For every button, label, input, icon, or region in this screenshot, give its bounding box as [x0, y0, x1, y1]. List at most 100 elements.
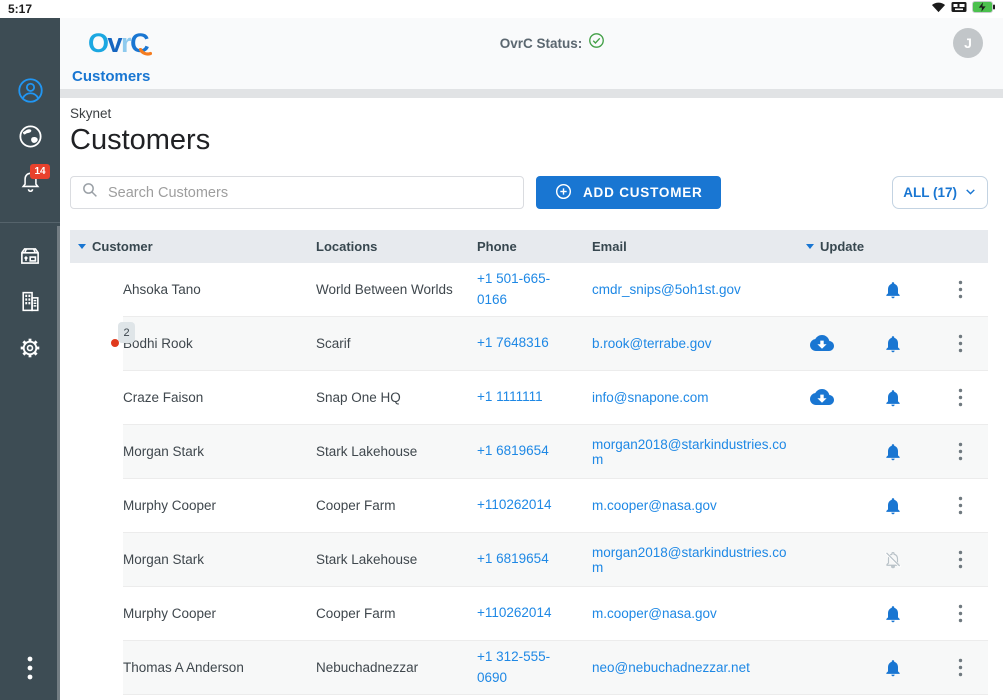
row-menu-button[interactable]	[956, 332, 965, 355]
notifications-on-icon[interactable]	[881, 386, 905, 410]
sidebar-item-firmware[interactable]	[0, 235, 60, 281]
battery-charging-icon	[972, 0, 995, 18]
table-row[interactable]: Morgan Stark Stark Lakehouse +1 6819654 …	[70, 533, 988, 587]
page-title: Customers	[70, 124, 988, 157]
kebab-menu-icon	[958, 388, 963, 407]
customer-name[interactable]: Murphy Cooper	[123, 498, 316, 513]
column-header-label: Update	[820, 239, 864, 254]
customer-email-link[interactable]: b.rook@terrabe.gov	[592, 336, 712, 351]
logo-letter: v	[108, 30, 122, 57]
toolbar: ADD CUSTOMER ALL (17)	[70, 176, 988, 209]
customer-phone-link[interactable]: +1 1111111	[477, 389, 543, 404]
notifications-on-icon[interactable]	[881, 602, 905, 626]
sidebar-divider	[0, 222, 60, 223]
notifications-on-icon[interactable]	[881, 494, 905, 518]
table-row[interactable]: Murphy Cooper Cooper Farm +110262014 m.c…	[70, 479, 988, 533]
customer-email-link[interactable]: info@snapone.com	[592, 390, 709, 405]
keyboard-icon	[951, 0, 967, 18]
filter-dropdown[interactable]: ALL (17)	[892, 176, 988, 209]
row-menu-button[interactable]	[956, 440, 965, 463]
gear-icon	[17, 335, 43, 366]
breadcrumb-bar: Customers	[60, 68, 1003, 89]
row-indicator-cell	[70, 533, 123, 587]
sidebar-item-settings[interactable]	[0, 327, 60, 373]
sidebar-item-more[interactable]	[0, 650, 60, 690]
filter-label: ALL (17)	[903, 185, 957, 200]
table-row[interactable]: Murphy Cooper Cooper Farm +110262014 m.c…	[70, 587, 988, 641]
organization-name: Skynet	[70, 106, 988, 121]
kebab-menu-icon	[958, 604, 963, 623]
sidebar-item-customers[interactable]	[0, 70, 60, 116]
row-indicator-cell: 2	[70, 317, 123, 371]
row-menu-button[interactable]	[956, 494, 965, 517]
row-indicator-cell	[70, 641, 123, 695]
ovrc-logo[interactable]: OvrC	[88, 30, 152, 57]
customer-location: Stark Lakehouse	[316, 444, 477, 459]
update-available-icon[interactable]	[808, 384, 836, 412]
column-header-phone[interactable]: Phone	[477, 239, 592, 254]
row-indicator-cell	[70, 425, 123, 479]
row-menu-button[interactable]	[956, 548, 965, 571]
notifications-on-icon[interactable]	[881, 440, 905, 464]
column-header-email[interactable]: Email	[592, 239, 800, 254]
search-box[interactable]	[70, 176, 524, 209]
customer-table-body: Ahsoka Tano World Between Worlds +1 501-…	[70, 263, 988, 695]
row-menu-button[interactable]	[956, 602, 965, 625]
sidebar-item-network[interactable]	[0, 116, 60, 162]
search-icon	[81, 181, 99, 204]
sort-descending-icon	[806, 244, 814, 249]
search-input[interactable]	[108, 185, 513, 201]
table-row[interactable]: 2 Bodhi Rook Scarif +1 7648316 b.rook@te…	[70, 317, 988, 371]
row-menu-button[interactable]	[956, 386, 965, 409]
column-header-locations[interactable]: Locations	[316, 239, 477, 254]
customer-name[interactable]: Morgan Stark	[123, 552, 316, 567]
customer-phone-link[interactable]: +110262014	[477, 497, 551, 512]
sidebar-item-locations[interactable]	[0, 281, 60, 327]
user-avatar[interactable]: J	[953, 28, 983, 58]
customer-email-link[interactable]: m.cooper@nasa.gov	[592, 498, 717, 513]
customer-phone-link[interactable]: +1 312-555-0690	[477, 649, 550, 684]
row-menu-button[interactable]	[956, 656, 965, 679]
row-menu-button[interactable]	[956, 278, 965, 301]
customer-email-link[interactable]: neo@nebuchadnezzar.net	[592, 660, 750, 675]
customer-name[interactable]: Murphy Cooper	[123, 606, 316, 621]
row-indicator-cell	[70, 371, 123, 425]
customer-phone-link[interactable]: +1 6819654	[477, 443, 549, 458]
customer-name[interactable]: Morgan Stark	[123, 444, 316, 459]
breadcrumb[interactable]: Customers	[72, 68, 150, 85]
sidebar-item-notifications[interactable]: 14	[0, 162, 60, 208]
add-customer-button[interactable]: ADD CUSTOMER	[536, 176, 721, 209]
column-header-customer[interactable]: Customer	[70, 239, 316, 254]
customer-email-link[interactable]: cmdr_snips@5oh1st.gov	[592, 282, 741, 297]
sidebar-scrollbar[interactable]	[57, 226, 60, 700]
notifications-on-icon[interactable]	[881, 332, 905, 356]
globe-icon	[17, 123, 44, 155]
unread-count-badge: 2	[118, 322, 135, 343]
kebab-menu-icon	[958, 334, 963, 353]
column-header-update[interactable]: Update	[800, 239, 854, 254]
customer-name[interactable]: Craze Faison	[123, 390, 316, 405]
notifications-muted-icon[interactable]	[881, 548, 905, 572]
table-row[interactable]: Thomas A Anderson Nebuchadnezzar +1 312-…	[70, 641, 988, 695]
customer-name[interactable]: Bodhi Rook	[123, 336, 316, 351]
customer-phone-link[interactable]: +110262014	[477, 605, 551, 620]
notifications-on-icon[interactable]	[881, 278, 905, 302]
customer-phone-link[interactable]: +1 7648316	[477, 335, 549, 350]
customer-email-link[interactable]: m.cooper@nasa.gov	[592, 606, 717, 621]
notifications-on-icon[interactable]	[881, 656, 905, 680]
table-row[interactable]: Ahsoka Tano World Between Worlds +1 501-…	[70, 263, 988, 317]
customer-phone-link[interactable]: +1 6819654	[477, 551, 549, 566]
customer-phone-link[interactable]: +1 501-665-0166	[477, 271, 550, 306]
customer-email-link[interactable]: morgan2018@starkindustries.com	[592, 545, 787, 575]
kebab-menu-icon	[958, 280, 963, 299]
customer-name[interactable]: Thomas A Anderson	[123, 660, 316, 675]
column-header-label: Locations	[316, 239, 377, 254]
customer-email-link[interactable]: morgan2018@starkindustries.com	[592, 437, 787, 467]
table-row[interactable]: Morgan Stark Stark Lakehouse +1 6819654 …	[70, 425, 988, 479]
header-divider	[60, 89, 1003, 98]
update-available-icon[interactable]	[808, 330, 836, 358]
table-row[interactable]: Craze Faison Snap One HQ +1 1111111 info…	[70, 371, 988, 425]
customer-name[interactable]: Ahsoka Tano	[123, 282, 316, 297]
logo-letter: r	[121, 30, 130, 57]
plus-circle-icon	[554, 182, 573, 204]
